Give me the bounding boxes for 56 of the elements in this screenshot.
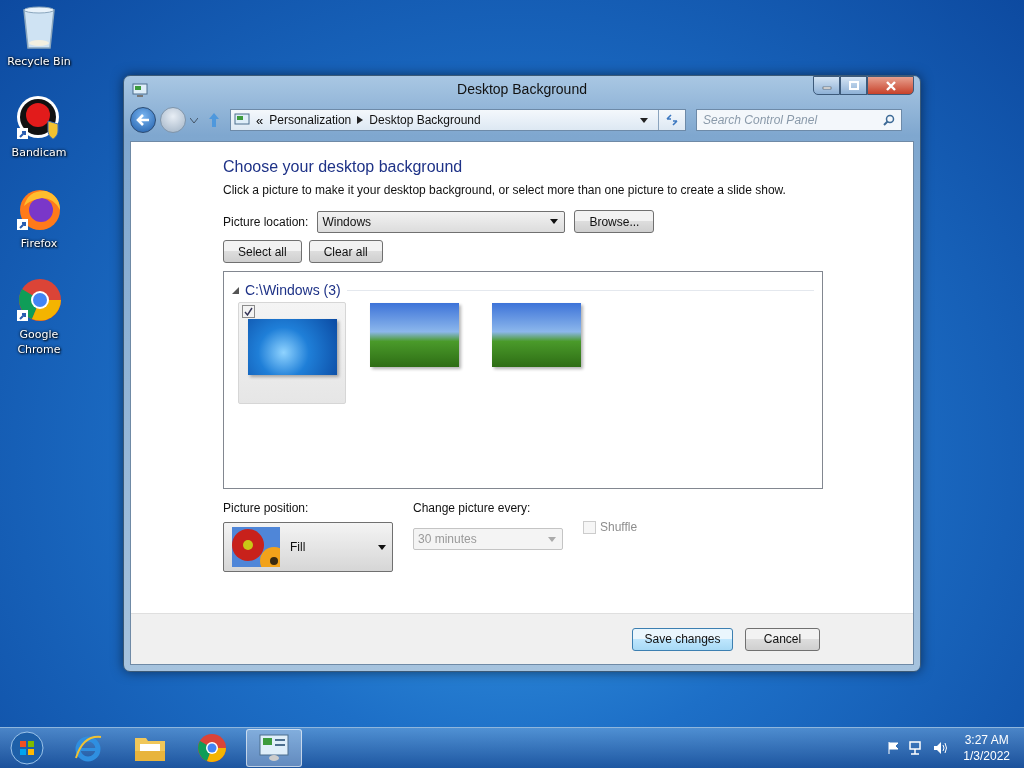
picture-position-dropdown[interactable]: Fill [223,522,393,572]
address-bar[interactable]: « Personalization Desktop Background [230,109,686,131]
selected-picture-tile[interactable] [238,302,346,404]
window-title: Desktop Background [457,81,587,97]
desktop-icon-label[interactable]: Recycle Bin [1,54,77,69]
back-arrow-icon [136,114,150,126]
dropdown-caret-icon [378,544,386,550]
letter-e-icon [73,733,103,763]
collapse-triangle-icon[interactable] [232,286,239,294]
shuffle-label: Shuffle [600,520,638,534]
record-shortcut-icon[interactable] [16,95,62,141]
dropdown-caret-icon [550,219,559,224]
search-field[interactable]: Search Control Panel [696,109,902,131]
dropdown-caret-icon[interactable] [640,117,648,123]
clock-time[interactable]: 3:27 AM [964,732,1009,748]
dropdown-caret-icon [548,536,556,542]
picture-position-label: Picture position: [223,501,310,515]
browser-icon [197,733,227,763]
refresh-icon [665,114,679,126]
desktop-icon-label[interactable]: Firefox [1,236,77,251]
group-header[interactable]: C:\Windows (3) [245,282,341,298]
checkmark-icon [244,307,253,316]
flower-preview-icon [232,527,280,567]
breadcrumb-overflow[interactable]: « [256,112,264,128]
select-all-button[interactable]: Select all [223,240,302,263]
close-icon [884,80,897,91]
breadcrumb-item[interactable]: Desktop Background [369,113,481,127]
maximize-button[interactable] [840,76,867,95]
recycle-bin-icon[interactable] [21,6,57,50]
control-panel-icon [234,113,250,127]
maximize-icon [848,81,859,90]
close-button[interactable] [867,76,914,95]
picture-location-label: Picture location: [223,214,309,229]
change-picture-label: Change picture every: [413,501,532,515]
minimize-button[interactable] [813,76,840,95]
breadcrumb-item[interactable]: Personalization [269,113,352,127]
desktop-icon-label[interactable]: Google Chrome [1,327,77,357]
start-button[interactable] [10,731,44,765]
picture-location-dropdown[interactable]: Windows [317,210,566,233]
back-button[interactable] [130,107,156,133]
breadcrumb-separator-icon[interactable] [357,116,364,124]
cancel-button[interactable]: Cancel [745,627,820,651]
clear-all-button[interactable]: Clear all [308,240,383,263]
save-button[interactable]: Save changes [632,627,733,651]
volume-icon[interactable] [933,741,950,755]
page-heading: Choose your desktop background [223,158,464,176]
checkbox[interactable] [242,305,255,318]
control-panel-icon [132,81,148,98]
control-panel-icon [259,734,289,762]
browse-button[interactable]: Browse... [574,210,655,233]
desktop-icon-label[interactable]: Bandicam [1,145,77,160]
search-icon [883,114,895,126]
clock-date[interactable]: 1/3/2022 [963,748,1010,764]
taskbar-button[interactable] [246,729,302,767]
page-description: Click a picture to make it your desktop background, or select more than one picture to create a slide show. [223,183,787,197]
browser-shortcut-icon[interactable] [16,277,62,323]
